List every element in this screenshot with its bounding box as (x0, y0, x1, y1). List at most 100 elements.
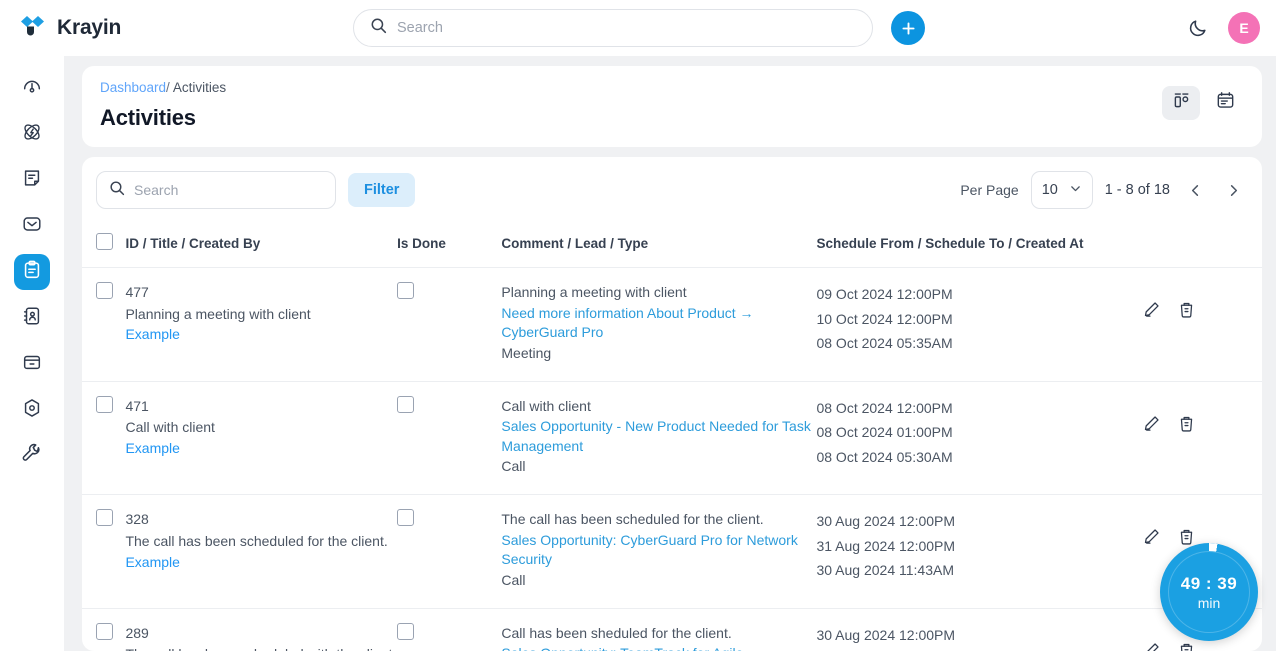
add-new-button[interactable] (891, 11, 925, 45)
envelope-icon (21, 213, 43, 240)
table-view-icon (1171, 90, 1192, 116)
sidebar-item-dashboard[interactable] (14, 70, 50, 106)
sidebar-item-contacts[interactable] (14, 300, 50, 336)
row-lead-link[interactable]: Sales Opportunity: CyberGuard Pro for Ne… (501, 531, 816, 570)
sidebar-item-quotes[interactable] (14, 162, 50, 198)
row-is-done-cell (397, 267, 502, 382)
row-title: Planning a meeting with client (125, 305, 311, 322)
trash-icon[interactable] (1177, 527, 1196, 546)
brand-name: Krayin (57, 16, 122, 39)
gauge-icon (21, 75, 43, 102)
row-id: 328 (125, 511, 149, 528)
row-created-by[interactable]: Example (125, 439, 179, 459)
table-row[interactable]: 328 The call has been scheduled for the … (82, 494, 1262, 609)
pencil-icon[interactable] (1142, 414, 1161, 433)
global-search-placeholder: Search (397, 20, 443, 36)
trash-icon[interactable] (1177, 300, 1196, 319)
table-row[interactable]: 289 The call has been scheduled with the… (82, 608, 1262, 651)
user-avatar[interactable]: E (1228, 12, 1260, 44)
row-schedule-cell: 30 Aug 2024 12:00PM 31 Aug 2024 12:00PM … (816, 608, 1143, 651)
breadcrumb-current: Activities (172, 80, 227, 95)
pagination-prev-button[interactable] (1182, 177, 1208, 203)
row-lead-link[interactable]: Need more information About Product → Cy… (501, 304, 816, 343)
sidebar-item-mail[interactable] (14, 208, 50, 244)
table-view-button[interactable] (1162, 86, 1200, 120)
row-id: 477 (125, 284, 149, 300)
sidebar-item-settings[interactable] (14, 392, 50, 428)
search-icon (370, 17, 387, 39)
document-icon (21, 167, 43, 194)
select-all-checkbox[interactable] (96, 233, 113, 250)
sidebar-item-configuration[interactable] (14, 438, 50, 474)
table-search-input[interactable]: Search (96, 171, 336, 209)
pencil-icon[interactable] (1142, 527, 1161, 546)
row-select-cell (82, 608, 126, 651)
row-created-by[interactable]: Example (125, 325, 179, 345)
header-search-area: Search (268, 9, 1010, 47)
sidebar (0, 56, 64, 651)
row-created-at: 30 Aug 2024 11:43AM (816, 562, 954, 579)
row-is-done-checkbox[interactable] (397, 622, 415, 640)
row-schedule-from: 30 Aug 2024 12:00PM (816, 626, 956, 643)
table-body: 477 Planning a meeting with client Examp… (82, 267, 1262, 651)
table-row[interactable]: 471 Call with client Example Call with c… (82, 381, 1262, 496)
column-header-id[interactable]: ID / Title / Created By (125, 223, 398, 268)
filter-button[interactable]: Filter (348, 173, 416, 207)
row-is-done-checkbox[interactable] (397, 509, 415, 527)
row-actions-cell (1142, 381, 1262, 496)
box-icon (21, 351, 43, 378)
table-row[interactable]: 477 Planning a meeting with client Examp… (82, 267, 1262, 382)
activities-table-card: Search Filter Per Page 10 1 - 8 of 18 ID… (82, 157, 1262, 651)
row-comment: The call has been scheduled for the clie… (501, 511, 764, 528)
global-search[interactable]: Search (353, 9, 873, 47)
page-title: Activities (100, 105, 196, 130)
trash-icon[interactable] (1177, 641, 1196, 651)
row-comment: Call with client (501, 397, 591, 414)
row-checkbox[interactable] (96, 282, 113, 299)
timer-unit: min (1197, 594, 1221, 611)
row-type: Call (501, 572, 526, 588)
row-schedule-from: 30 Aug 2024 12:00PM (816, 513, 956, 530)
pencil-icon[interactable] (1142, 300, 1161, 319)
session-timer-widget[interactable]: 49 : 39 min (1160, 543, 1258, 641)
sidebar-item-activities[interactable] (14, 254, 50, 290)
column-header-schedule[interactable]: Schedule From / Schedule To / Created At (816, 223, 1143, 268)
row-is-done-checkbox[interactable] (397, 282, 415, 299)
column-header-is-done[interactable]: Is Done (397, 223, 502, 268)
row-id-cell: 477 Planning a meeting with client Examp… (125, 267, 398, 382)
row-id-cell: 289 The call has been scheduled with the… (125, 608, 398, 651)
row-id: 289 (125, 624, 149, 641)
sidebar-item-products[interactable] (14, 346, 50, 382)
row-created-at: 08 Oct 2024 05:30AM (816, 448, 953, 465)
atom-icon (21, 121, 43, 148)
row-schedule-to: 08 Oct 2024 01:00PM (816, 424, 953, 441)
row-actions-cell (1142, 267, 1262, 382)
row-created-by[interactable]: Example (125, 553, 179, 573)
calendar-view-button[interactable] (1206, 86, 1244, 120)
row-schedule-cell: 09 Oct 2024 12:00PM 10 Oct 2024 12:00PM … (816, 267, 1143, 382)
trash-icon[interactable] (1177, 414, 1196, 433)
sidebar-item-leads[interactable] (14, 116, 50, 152)
app-root: Krayin Search E Dashboard/ Activities Ac… (0, 0, 1276, 651)
per-page-value: 10 (1041, 182, 1058, 198)
row-checkbox[interactable] (96, 509, 113, 527)
select-all-header (82, 223, 126, 268)
pagination-next-button[interactable] (1220, 177, 1246, 203)
row-lead-link[interactable]: Sales Opportunity - New Product Needed f… (501, 417, 816, 456)
breadcrumb-dashboard[interactable]: Dashboard (100, 80, 166, 95)
search-icon (109, 180, 125, 201)
per-page-select[interactable]: 10 (1030, 171, 1093, 209)
row-is-done-checkbox[interactable] (397, 395, 415, 413)
row-select-cell (82, 267, 126, 382)
row-lead-link[interactable]: Sales Opportunity: TeamTrack for Agile D… (501, 644, 816, 651)
row-comment-cell: Call has been sheduled for the client. S… (501, 608, 817, 651)
pencil-icon[interactable] (1142, 641, 1161, 651)
row-checkbox[interactable] (96, 395, 113, 413)
row-is-done-cell (397, 381, 502, 496)
row-checkbox[interactable] (96, 622, 113, 640)
row-type: Meeting (501, 344, 552, 361)
column-header-comment[interactable]: Comment / Lead / Type (501, 223, 817, 268)
header-right: E (1010, 12, 1260, 44)
brand[interactable]: Krayin (18, 15, 268, 41)
dark-mode-toggle-icon[interactable] (1186, 16, 1210, 40)
